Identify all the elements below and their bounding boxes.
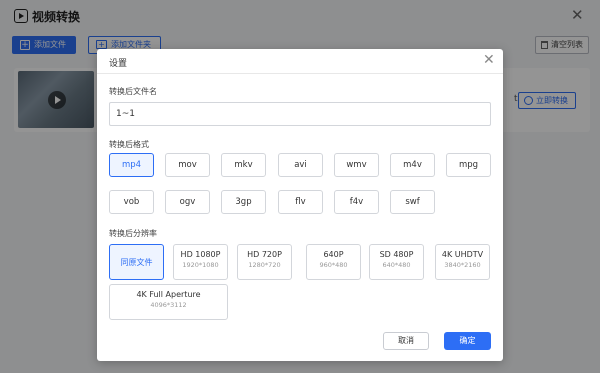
resolution-section-label: 转换后分辨率 [109, 229, 157, 238]
dialog-divider [97, 73, 503, 74]
format-option-flv[interactable]: flv [278, 190, 323, 214]
resolution-option-640p[interactable]: 640P 960*480 [306, 244, 361, 280]
format-option-m4v[interactable]: m4v [390, 153, 435, 177]
resolution-name: HD 1080P [180, 250, 221, 259]
cancel-button[interactable]: 取消 [383, 332, 429, 350]
format-option-mkv[interactable]: mkv [221, 153, 266, 177]
format-option-mov[interactable]: mov [165, 153, 210, 177]
resolution-name: SD 480P [379, 250, 414, 259]
resolution-option-sd-480p[interactable]: SD 480P 640*480 [369, 244, 424, 280]
resolution-option-4k-full-aperture[interactable]: 4K Full Aperture 4096*3112 [109, 284, 228, 320]
resolution-size: 1920*1080 [182, 261, 219, 269]
ok-button[interactable]: 确定 [444, 332, 491, 350]
filename-section-label: 转换后文件名 [109, 87, 157, 96]
resolution-option-hd-720p[interactable]: HD 720P 1280*720 [237, 244, 292, 280]
format-option-vob[interactable]: vob [109, 190, 154, 214]
format-option-3gp[interactable]: 3gp [221, 190, 266, 214]
format-option-swf[interactable]: swf [390, 190, 435, 214]
resolution-option-original[interactable]: 同原文件 [109, 244, 164, 280]
resolution-size: 640*480 [382, 261, 411, 269]
resolution-name: 640P [323, 250, 344, 259]
resolution-option-4k-uhdtv[interactable]: 4K UHDTV 3840*2160 [435, 244, 490, 280]
dialog-close-icon[interactable]: ✕ [483, 52, 495, 68]
resolution-option-hd-1080p[interactable]: HD 1080P 1920*1080 [173, 244, 228, 280]
resolution-name: 4K Full Aperture [136, 290, 201, 299]
resolution-name: 4K UHDTV [441, 250, 484, 259]
resolution-size: 1280*720 [248, 261, 281, 269]
format-option-mp4[interactable]: mp4 [109, 153, 154, 177]
filename-input[interactable] [109, 102, 491, 126]
format-option-avi[interactable]: avi [278, 153, 323, 177]
format-option-ogv[interactable]: ogv [165, 190, 210, 214]
settings-dialog: 设置 ✕ 转换后文件名 转换后格式 转换后分辨率 取消 确定 mp4 movmkv… [97, 49, 503, 361]
resolution-name: 同原文件 [120, 258, 153, 267]
resolution-size: 4096*3112 [150, 301, 187, 309]
resolution-size: 3840*2160 [444, 261, 481, 269]
format-option-mpg[interactable]: mpg [446, 153, 491, 177]
format-option-wmv[interactable]: wmv [334, 153, 379, 177]
format-section-label: 转换后格式 [109, 140, 149, 149]
dialog-title: 设置 [109, 59, 128, 69]
resolution-name: HD 720P [247, 250, 282, 259]
format-option-f4v[interactable]: f4v [334, 190, 379, 214]
resolution-size: 960*480 [319, 261, 348, 269]
